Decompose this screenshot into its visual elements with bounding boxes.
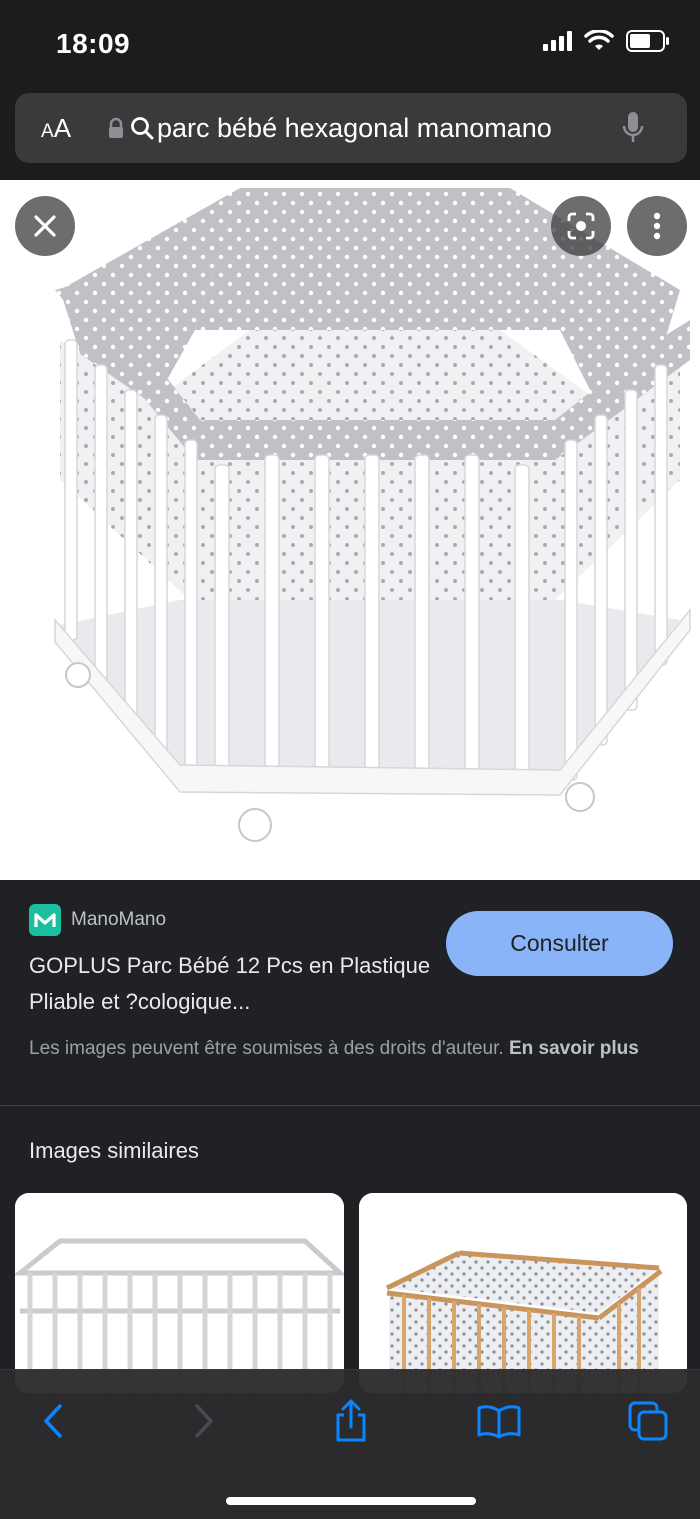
main-image[interactable] [0,180,700,880]
share-button[interactable] [326,1398,376,1444]
source-row[interactable]: ManoMano [29,904,166,936]
text-size-button[interactable]: AA [41,113,95,144]
lens-button[interactable] [551,196,611,256]
status-bar: 18:09 [0,0,700,90]
close-button[interactable] [15,196,75,256]
more-options-button[interactable] [627,196,687,256]
more-vertical-icon [653,212,661,240]
wooden-playpen-photo [359,1193,687,1393]
section-divider [0,1105,700,1106]
rights-text: Les images peuvent être soumises à des d… [29,1038,504,1059]
playpen-photo [0,180,700,880]
microphone-icon[interactable] [621,110,645,146]
address-area: AA parc bébé hexagonal manomano [0,90,700,180]
lock-icon [109,117,123,138]
url-text[interactable]: parc bébé hexagonal manomano [157,113,595,144]
status-icons [543,30,670,52]
wifi-icon [584,30,614,50]
tabs-icon [628,1401,668,1441]
forward-button[interactable] [179,1398,229,1444]
rights-notice: Les images peuvent être soumises à des d… [29,1034,669,1063]
tabs-button[interactable] [623,1398,673,1444]
result-title[interactable]: GOPLUS Parc Bébé 12 Pcs en Plastique Pli… [29,948,439,1020]
search-icon [131,117,154,140]
address-bar[interactable]: AA parc bébé hexagonal manomano [15,93,687,163]
similar-image-2[interactable] [359,1193,687,1393]
share-icon [336,1399,366,1442]
back-icon [44,1404,62,1438]
home-indicator [226,1497,476,1505]
white-playpen-photo [15,1193,344,1393]
source-name: ManoMano [71,909,167,930]
similar-image-1[interactable] [15,1193,344,1393]
close-icon [34,215,56,237]
back-button[interactable] [28,1398,78,1444]
status-time: 18:09 [56,28,131,59]
manomano-logo-icon [29,904,61,936]
cellular-signal-icon [543,31,572,51]
bookmarks-icon [477,1405,521,1439]
bookmarks-button[interactable] [474,1398,524,1444]
lens-icon [567,212,595,240]
battery-icon [626,30,669,52]
learn-more-link[interactable]: En savoir plus [509,1038,639,1059]
result-info-panel: ManoMano GOPLUS Parc Bébé 12 Pcs en Plas… [0,880,700,1106]
similar-images-heading: Images similaires [29,1138,199,1163]
consult-button[interactable]: Consulter [446,911,673,976]
browser-toolbar [0,1369,700,1519]
forward-icon [195,1404,213,1438]
